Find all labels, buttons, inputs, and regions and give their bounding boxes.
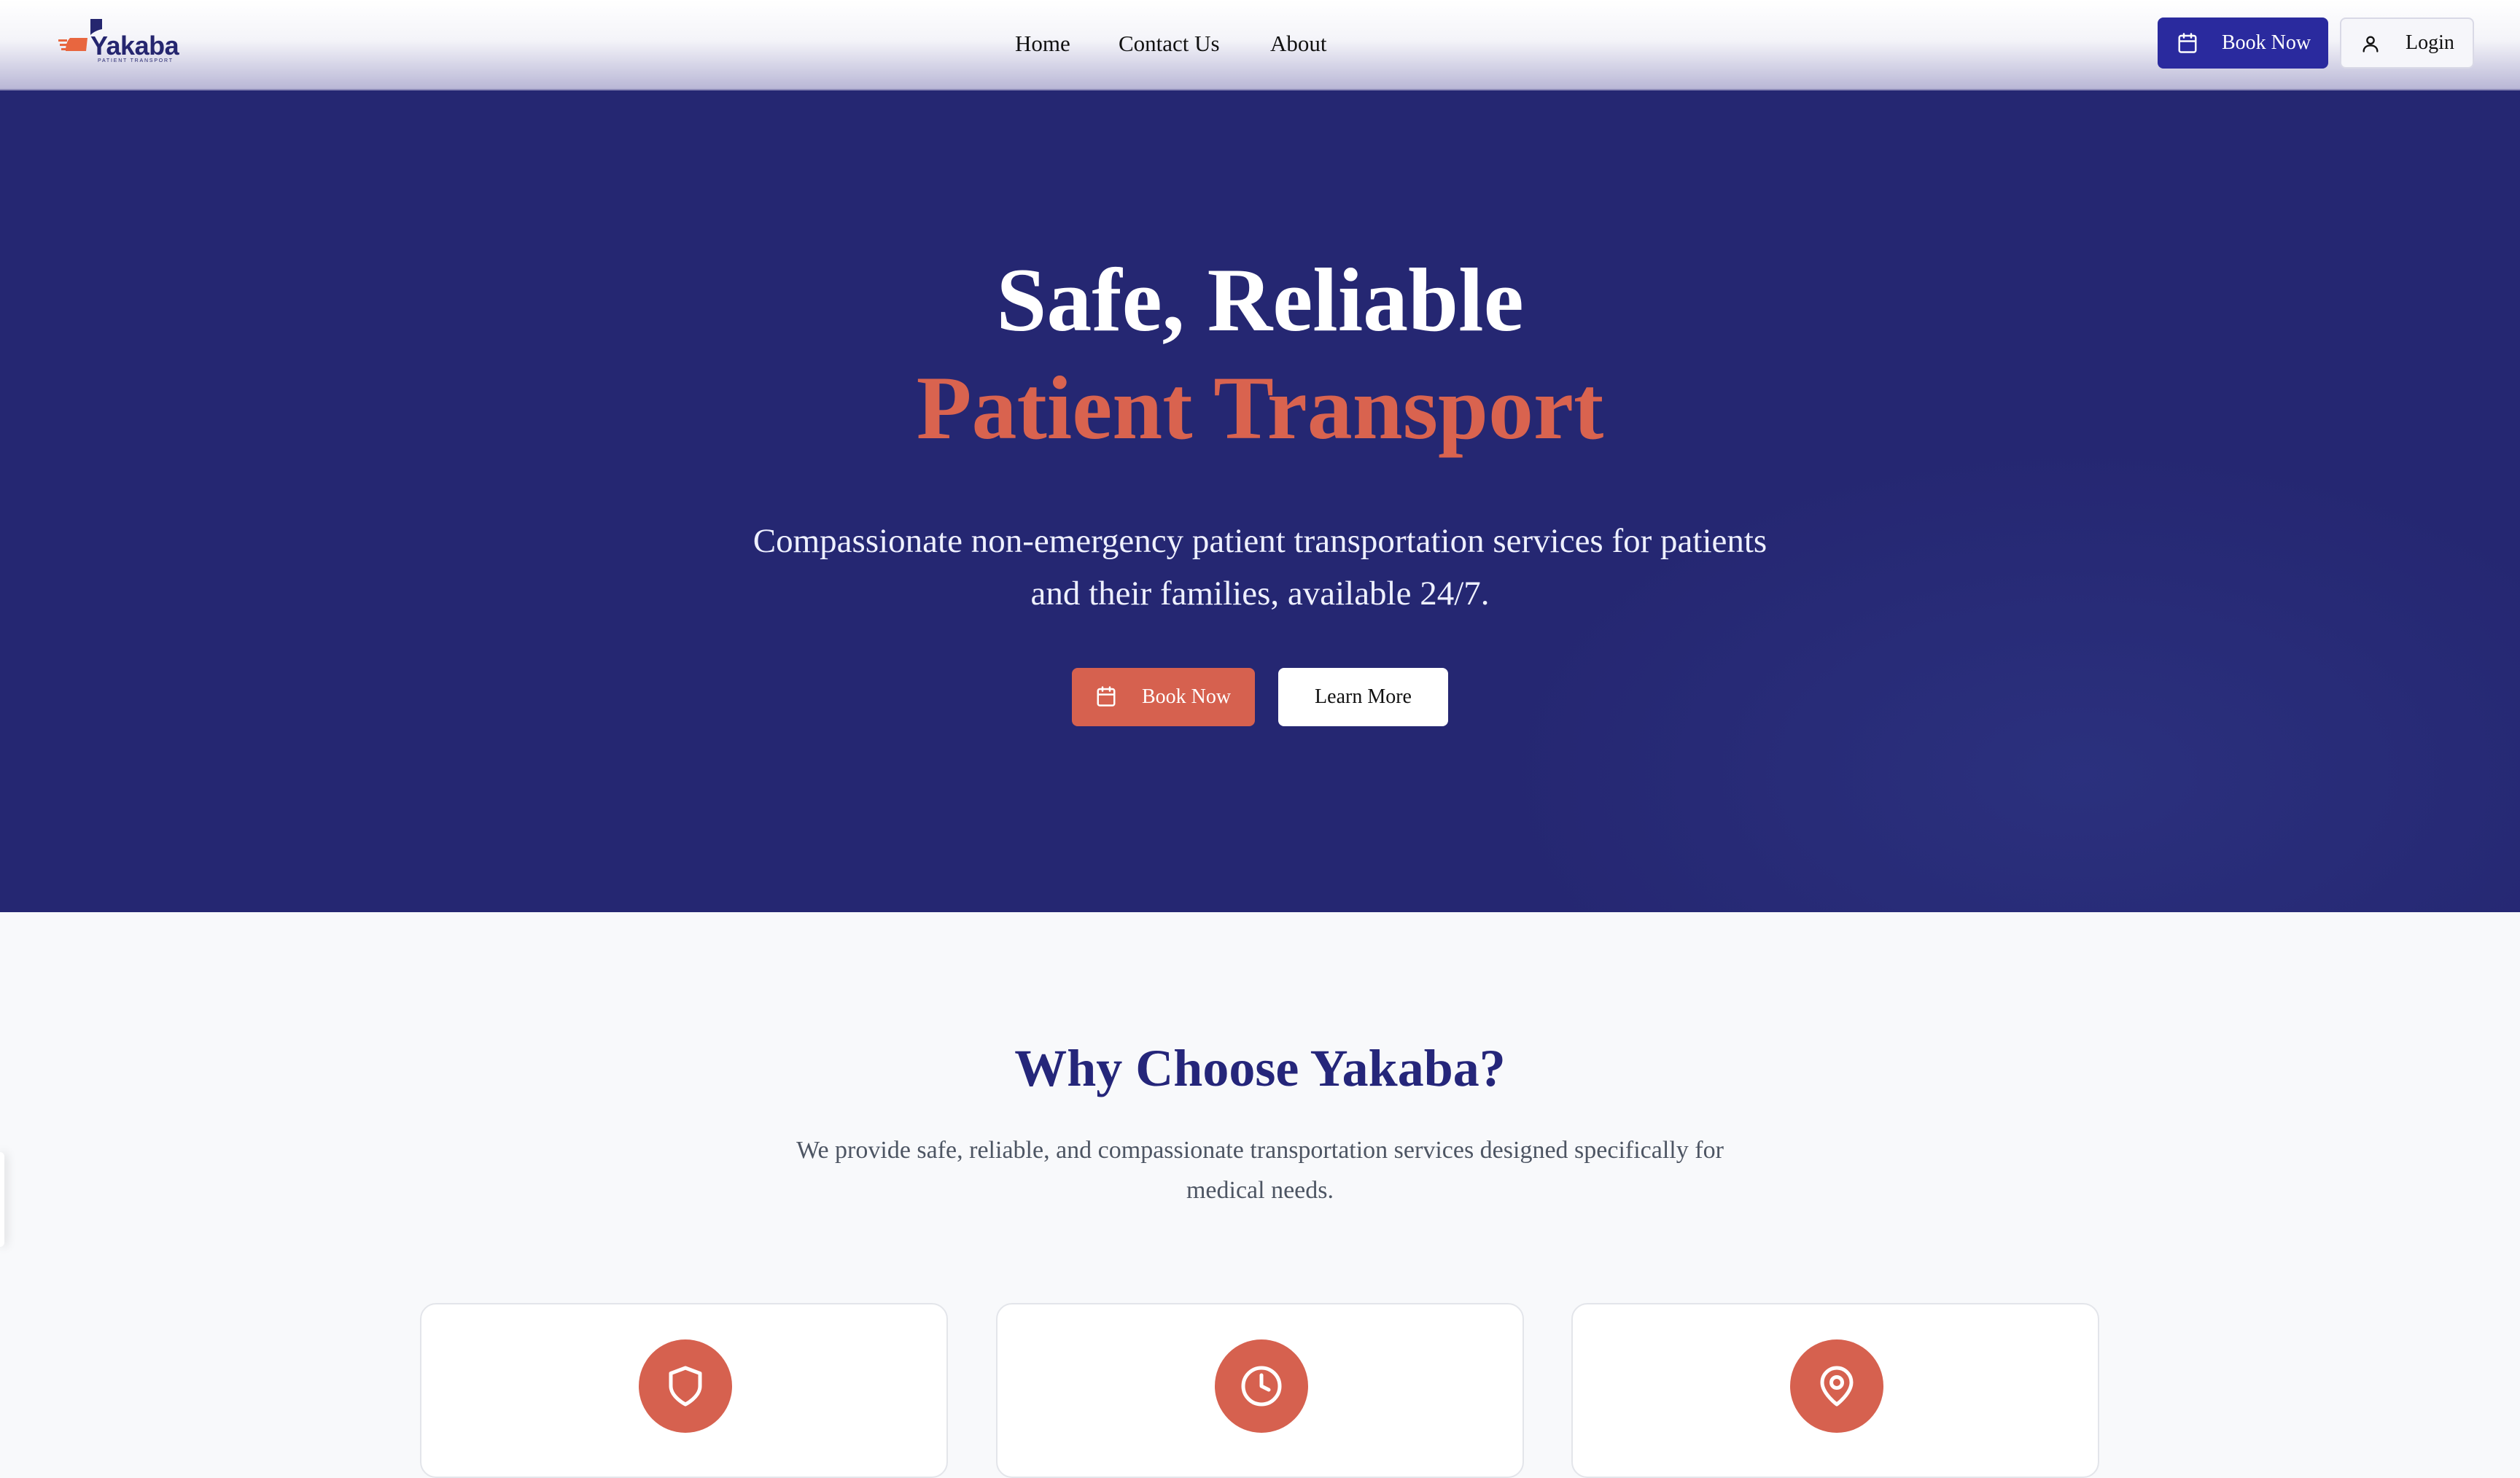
user-icon — [2360, 34, 2381, 58]
shield-icon-badge — [639, 1339, 732, 1433]
hero-section: Safe, Reliable Patient Transport Compass… — [0, 90, 2520, 912]
hero-title-line2: Patient Transport — [916, 358, 1604, 458]
feature-card-location — [1571, 1303, 2099, 1478]
map-pin-icon — [1820, 1366, 1854, 1407]
why-section-subtitle: We provide safe, reliable, and compassio… — [796, 1137, 1724, 1204]
nav-contact-us[interactable]: Contact Us — [1119, 26, 1220, 61]
why-section-title: Why Choose Yakaba? — [1014, 1039, 1506, 1097]
main-nav: Home Contact Us About — [0, 26, 2520, 61]
hero-book-now-label: Book Now — [1142, 685, 1232, 708]
calendar-icon — [1095, 685, 1117, 711]
hero-book-now-button[interactable]: Book Now — [1072, 668, 1255, 726]
header-login-label: Login — [2406, 31, 2454, 54]
map-pin-icon-badge — [1790, 1339, 1883, 1433]
header-login-button[interactable]: Login — [2340, 17, 2474, 69]
feature-card-safety — [420, 1303, 948, 1478]
clock-icon — [1241, 1366, 1282, 1407]
header-book-now-label: Book Now — [2222, 31, 2311, 54]
clock-icon-badge — [1215, 1339, 1308, 1433]
site-header: Yakaba PATIENT TRANSPORT Home Contact Us… — [0, 0, 2520, 90]
header-book-now-button[interactable]: Book Now — [2158, 17, 2328, 69]
nav-home[interactable]: Home — [1015, 26, 1070, 61]
side-feedback-tab[interactable] — [0, 1152, 4, 1247]
hero-learn-more-button[interactable]: Learn More — [1278, 668, 1448, 726]
nav-about[interactable]: About — [1270, 26, 1327, 61]
shield-icon — [669, 1366, 702, 1407]
hero-subtitle: Compassionate non-emergency patient tran… — [752, 522, 1768, 612]
hero-title-line1: Safe, Reliable — [996, 250, 1524, 350]
feature-card-availability — [996, 1303, 1524, 1478]
calendar-icon — [2177, 32, 2198, 58]
